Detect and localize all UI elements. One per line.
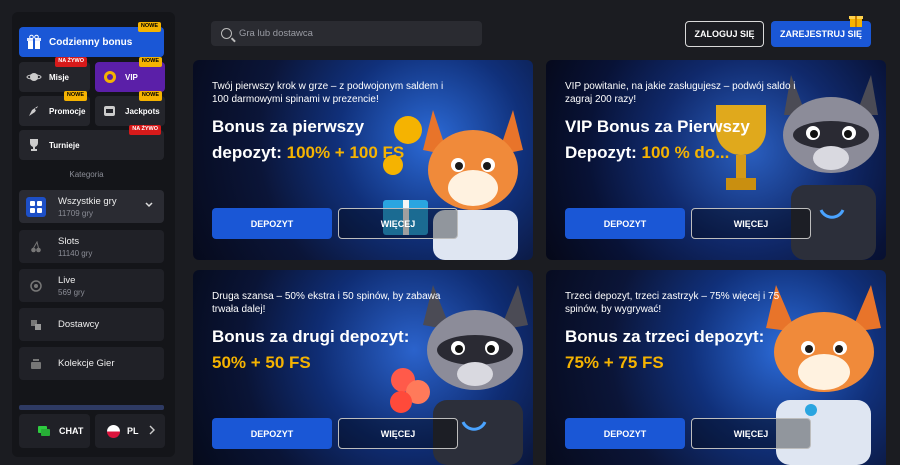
vip-label: VIP (125, 72, 138, 82)
cherry-icon (26, 237, 46, 257)
tournaments-label: Turnieje (49, 140, 80, 150)
live-badge: NA ŻYWO (55, 57, 87, 67)
rocket-icon (25, 102, 43, 120)
planet-icon (25, 68, 43, 86)
promotions-label: Promocje (49, 106, 86, 116)
category-collections[interactable]: Kolekcje Gier (19, 347, 164, 380)
chat-icon (35, 422, 53, 440)
promo-card-second-deposit: Druga szansa – 50% ekstra i 50 spinów, b… (193, 270, 533, 465)
card-title-line1: Bonus za drugi depozyt: (212, 327, 410, 346)
card-title-highlight: 75% + 75 FS (565, 353, 664, 372)
category-name: Kolekcje Gier (58, 358, 115, 369)
category-all-games[interactable]: Wszystkie gry 11709 gry (19, 190, 164, 223)
search-input[interactable]: Gra lub dostawca (211, 21, 482, 46)
sidebar-item-tournaments[interactable]: Turnieje NA ŻYWO (19, 125, 164, 160)
poland-flag-icon (107, 424, 120, 438)
card-title-line2: Depozyt: 100 % do... (565, 140, 815, 166)
collection-icon (26, 354, 46, 374)
deposit-button[interactable]: DEPOZYT (212, 418, 332, 449)
card-lead: VIP powitanie, na jakie zasługujesz – po… (565, 81, 796, 105)
new-badge: NOWE (63, 91, 87, 101)
card-title: VIP Bonus za Pierwszy Depozyt: 100 % do.… (565, 114, 815, 166)
jackpots-label: Jackpots (125, 106, 160, 116)
promo-card-first-deposit: Twój pierwszy krok w grze – z podwojonym… (193, 60, 533, 260)
providers-icon (26, 315, 46, 335)
vip-icon (101, 68, 119, 86)
deposit-button[interactable]: DEPOZYT (565, 208, 685, 239)
sidebar-item-jackpots[interactable]: Jackpots NOWE (95, 91, 165, 126)
new-badge: NOWE (137, 22, 161, 32)
chevron-right-icon (148, 425, 156, 437)
card-lead: Twój pierwszy krok w grze – z podwojonym… (212, 81, 444, 105)
category-heading: Kategoria (69, 170, 104, 179)
card-title-highlight: 50% + 50 FS (212, 353, 311, 372)
chevron-down-icon[interactable] (144, 200, 154, 213)
gift-icon (848, 12, 864, 31)
category-slots[interactable]: Slots 11140 gry (19, 230, 164, 263)
daily-bonus-label: Codzienny bonus (49, 36, 133, 48)
new-badge: NOWE (138, 91, 162, 101)
live-badge: NA ŻYWO (129, 125, 161, 135)
deposit-button[interactable]: DEPOZYT (565, 418, 685, 449)
roulette-icon (26, 276, 46, 296)
chat-label: CHAT (59, 426, 84, 436)
card-title-line1: Bonus za pierwszy (212, 117, 365, 136)
language-selector[interactable]: PL (95, 414, 165, 448)
card-title-line2: depozyt: 100% + 100 FS (212, 140, 462, 166)
new-badge: NOWE (138, 57, 162, 67)
card-lead: Trzeci depozyt, trzeci zastrzyk – 75% wi… (565, 291, 780, 315)
category-count: 11709 gry (58, 208, 93, 218)
daily-bonus-button[interactable]: Codzienny bonus NOWE (19, 22, 164, 57)
category-count: 11140 gry (58, 248, 93, 258)
missions-label: Misje (49, 72, 70, 82)
more-button[interactable]: WIĘCEJ (691, 418, 811, 449)
card-title: Bonus za drugi depozyt: 50% + 50 FS (212, 324, 462, 376)
card-title-highlight: 100% + 100 FS (286, 143, 405, 162)
card-title: Bonus za trzeci depozyt: 75% + 75 FS (565, 324, 815, 376)
card-title-line1: Bonus za trzeci depozyt: (565, 327, 765, 346)
category-name: Slots (58, 235, 80, 247)
more-button[interactable]: WIĘCEJ (338, 208, 458, 239)
sidebar-banner-strip (19, 405, 164, 410)
category-providers[interactable]: Dostawcy (19, 308, 164, 341)
chat-button[interactable]: CHAT (19, 414, 90, 448)
promo-card-vip: VIP powitanie, na jakie zasługujesz – po… (546, 60, 886, 260)
category-count: 569 gry (58, 287, 85, 297)
sidebar: Codzienny bonus NOWE Misje NA ŻYWO VIP N… (12, 12, 175, 457)
card-title-prefix: Depozyt: (565, 143, 642, 162)
sidebar-item-missions[interactable]: Misje NA ŻYWO (19, 57, 90, 92)
login-button[interactable]: ZALOGUJ SIĘ (685, 21, 764, 47)
card-text: Twój pierwszy krok w grze – z podwojonym… (212, 80, 462, 166)
card-title-line2: 50% + 50 FS (212, 350, 462, 376)
card-title-highlight: 100 % do... (641, 143, 730, 162)
search-icon (221, 28, 232, 39)
sidebar-item-vip[interactable]: VIP NOWE (95, 57, 165, 92)
app-root: Codzienny bonus NOWE Misje NA ŻYWO VIP N… (0, 0, 900, 465)
category-live[interactable]: Live 569 gry (19, 269, 164, 302)
category-name: Live (58, 274, 76, 286)
card-title: Bonus za pierwszy depozyt: 100% + 100 FS (212, 114, 462, 166)
grid-icon (26, 196, 46, 217)
category-name: Wszystkie gry (58, 195, 117, 207)
trophy-icon (25, 136, 43, 154)
card-title-line2: 75% + 75 FS (565, 350, 815, 376)
card-lead: Druga szansa – 50% ekstra i 50 spinów, b… (212, 291, 441, 315)
card-text: Trzeci depozyt, trzeci zastrzyk – 75% wi… (565, 290, 815, 376)
card-title-line1: VIP Bonus za Pierwszy (565, 117, 750, 136)
card-text: VIP powitanie, na jakie zasługujesz – po… (565, 80, 815, 166)
search-placeholder: Gra lub dostawca (239, 28, 313, 39)
more-button[interactable]: WIĘCEJ (691, 208, 811, 239)
gift-icon (25, 33, 43, 51)
sidebar-item-promotions[interactable]: Promocje NOWE (19, 91, 90, 126)
card-text: Druga szansa – 50% ekstra i 50 spinów, b… (212, 290, 462, 376)
slot-machine-icon (101, 102, 119, 120)
category-name: Dostawcy (58, 319, 100, 330)
promo-card-third-deposit: Trzeci depozyt, trzeci zastrzyk – 75% wi… (546, 270, 886, 465)
more-button[interactable]: WIĘCEJ (338, 418, 458, 449)
card-title-prefix: depozyt: (212, 143, 287, 162)
deposit-button[interactable]: DEPOZYT (212, 208, 332, 239)
language-label: PL (127, 426, 139, 436)
